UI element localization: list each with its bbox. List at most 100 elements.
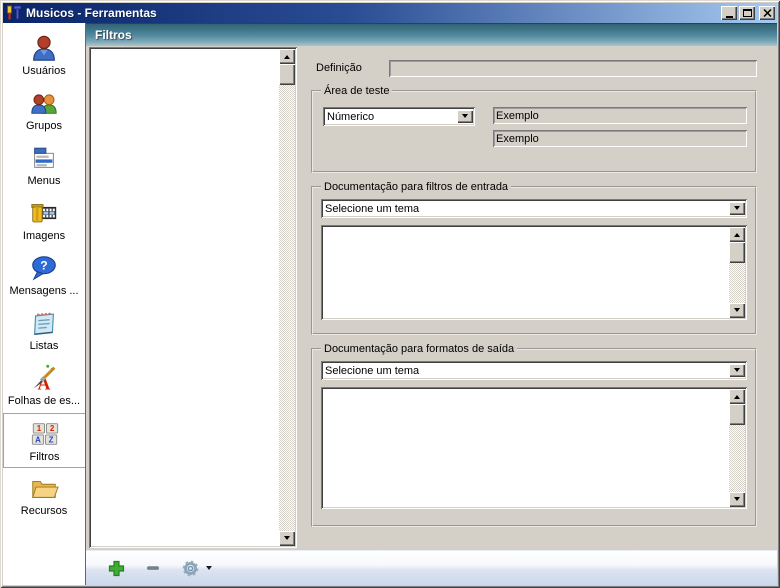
scroll-up-button[interactable] bbox=[279, 49, 295, 64]
titlebar: Musicos - Ferramentas bbox=[3, 3, 777, 23]
app-window: Musicos - Ferramentas Usuários bbox=[0, 0, 780, 588]
svg-text:2: 2 bbox=[49, 424, 54, 433]
definicao-input[interactable] bbox=[389, 60, 757, 77]
filter-listbox[interactable] bbox=[89, 47, 297, 548]
scroll-down-button[interactable] bbox=[729, 492, 745, 507]
arrow-down-icon bbox=[734, 497, 740, 504]
tema-saida-combo[interactable]: Selecione um tema bbox=[321, 361, 747, 380]
sidebar-item-menus[interactable]: Menus bbox=[3, 138, 85, 193]
svg-text:?: ? bbox=[40, 258, 47, 272]
sidebar-item-label: Imagens bbox=[23, 230, 65, 242]
doc-entrada-textarea[interactable] bbox=[321, 225, 747, 320]
combo-dropdown-button[interactable] bbox=[729, 202, 745, 215]
window-title: Musicos - Ferramentas bbox=[26, 6, 719, 20]
scroll-down-button[interactable] bbox=[279, 531, 295, 546]
area-de-teste-legend: Área de teste bbox=[321, 85, 392, 97]
close-button[interactable] bbox=[759, 6, 775, 20]
scroll-thumb[interactable] bbox=[279, 64, 295, 85]
sidebar-item-folhas[interactable]: A Folhas de es... bbox=[3, 358, 85, 413]
doc-saida-text bbox=[321, 387, 747, 397]
doc-saida-scrollbar[interactable] bbox=[729, 389, 745, 507]
scroll-thumb[interactable] bbox=[729, 242, 745, 263]
sidebar-item-mensagens[interactable]: ? Mensagens ... bbox=[3, 248, 85, 303]
stylesheet-icon: A bbox=[29, 361, 59, 395]
sidebar-item-recursos[interactable]: Recursos bbox=[3, 468, 85, 523]
tools-icon bbox=[6, 5, 22, 21]
settings-menu-button[interactable] bbox=[179, 557, 214, 580]
message-icon: ? bbox=[29, 251, 59, 285]
sidebar-item-label: Mensagens ... bbox=[9, 285, 78, 297]
scroll-track[interactable] bbox=[729, 263, 745, 303]
definicao-label: Definição bbox=[316, 62, 389, 74]
remove-filter-button[interactable] bbox=[143, 558, 163, 578]
keys-icon: 1 2 A Z bbox=[30, 417, 60, 451]
detail-panel: Definição Área de teste Númerico bbox=[301, 46, 777, 550]
sidebar-item-listas[interactable]: Listas bbox=[3, 303, 85, 358]
scroll-thumb[interactable] bbox=[729, 404, 745, 425]
combo-dropdown-button[interactable] bbox=[457, 110, 473, 123]
tipo-filtro-combo[interactable]: Númerico bbox=[323, 107, 475, 126]
group-icon bbox=[29, 86, 59, 120]
exemplo-input-1[interactable] bbox=[493, 107, 747, 124]
doc-saida-legend: Documentação para formatos de saída bbox=[321, 343, 517, 355]
sidebar-item-label: Grupos bbox=[26, 120, 62, 132]
sidebar-item-label: Filtros bbox=[30, 451, 60, 463]
caret-down-icon bbox=[206, 566, 212, 573]
maximize-button[interactable] bbox=[739, 6, 755, 20]
doc-entrada-text bbox=[321, 225, 747, 235]
sidebar-item-usuarios[interactable]: Usuários bbox=[3, 28, 85, 83]
user-icon bbox=[29, 31, 59, 65]
tipo-filtro-combo-value: Númerico bbox=[327, 111, 457, 123]
svg-text:A: A bbox=[35, 435, 41, 444]
scroll-up-button[interactable] bbox=[729, 227, 745, 242]
minus-icon bbox=[145, 560, 161, 576]
sidebar: Usuários Grupos bbox=[3, 23, 86, 585]
area-de-teste-group: Área de teste Númerico bbox=[311, 85, 757, 173]
notepad-icon bbox=[29, 306, 59, 340]
svg-text:Z: Z bbox=[48, 435, 53, 444]
close-icon bbox=[763, 9, 772, 17]
listbox-scrollbar[interactable] bbox=[279, 49, 295, 546]
film-icon bbox=[29, 196, 59, 230]
svg-text:1: 1 bbox=[36, 424, 41, 433]
sidebar-item-label: Recursos bbox=[21, 505, 67, 517]
scroll-up-button[interactable] bbox=[729, 389, 745, 404]
arrow-down-icon bbox=[734, 308, 740, 315]
tema-entrada-combo[interactable]: Selecione um tema bbox=[321, 199, 747, 218]
list-toolbar bbox=[86, 550, 777, 585]
exemplo-input-2[interactable] bbox=[493, 130, 747, 147]
scroll-down-button[interactable] bbox=[729, 303, 745, 318]
menu-icon bbox=[29, 141, 59, 175]
minimize-icon bbox=[726, 16, 733, 18]
sidebar-item-filtros[interactable]: 1 2 A Z Filtros bbox=[3, 413, 85, 468]
doc-entrada-legend: Documentação para filtros de entrada bbox=[321, 181, 511, 193]
chevron-down-icon bbox=[462, 114, 468, 121]
combo-dropdown-button[interactable] bbox=[729, 364, 745, 377]
minimize-button[interactable] bbox=[721, 6, 737, 20]
arrow-up-icon bbox=[284, 52, 290, 59]
section-header: Filtros bbox=[86, 23, 777, 46]
sidebar-item-grupos[interactable]: Grupos bbox=[3, 83, 85, 138]
arrow-down-icon bbox=[284, 536, 290, 543]
tema-entrada-combo-value: Selecione um tema bbox=[325, 203, 729, 215]
filter-list-column bbox=[86, 46, 301, 550]
chevron-down-icon bbox=[734, 368, 740, 375]
arrow-up-icon bbox=[734, 392, 740, 399]
doc-entrada-scrollbar[interactable] bbox=[729, 227, 745, 318]
sidebar-item-label: Usuários bbox=[22, 65, 65, 77]
sidebar-item-label: Menus bbox=[27, 175, 60, 187]
arrow-up-icon bbox=[734, 230, 740, 237]
maximize-icon bbox=[743, 9, 752, 17]
section-title: Filtros bbox=[95, 28, 132, 42]
sidebar-item-label: Folhas de es... bbox=[8, 395, 80, 407]
doc-entrada-group: Documentação para filtros de entrada Sel… bbox=[311, 181, 757, 335]
add-filter-button[interactable] bbox=[106, 558, 127, 579]
chevron-down-icon bbox=[734, 206, 740, 213]
doc-saida-group: Documentação para formatos de saída Sele… bbox=[311, 343, 757, 527]
sidebar-item-imagens[interactable]: Imagens bbox=[3, 193, 85, 248]
tema-saida-combo-value: Selecione um tema bbox=[325, 365, 729, 377]
scroll-track[interactable] bbox=[729, 425, 745, 492]
scroll-track[interactable] bbox=[279, 85, 295, 531]
gear-icon bbox=[181, 559, 200, 578]
doc-saida-textarea[interactable] bbox=[321, 387, 747, 509]
